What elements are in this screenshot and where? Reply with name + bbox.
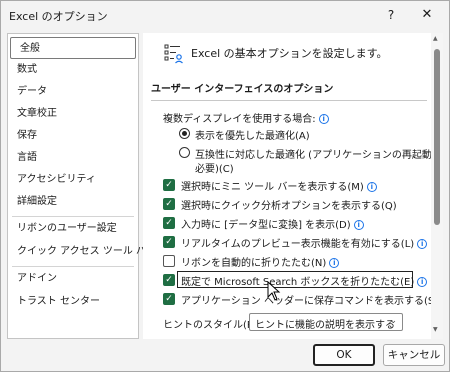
info-icon[interactable]: i [318,114,329,124]
options-dialog: Excel のオプション ? ✕ 全般 数式 データ 文章校正 保存 言語 アク… [0,0,450,372]
cancel-button[interactable]: キャンセル [383,344,445,366]
sidebar-item-quick-access-toolbar[interactable]: クイック アクセス ツール バー [8,241,156,263]
checkbox-checked[interactable]: ✓ [163,217,175,229]
tooltip-style-value: ヒントに機能の説明を表示する [255,320,395,331]
scroll-down-arrow-icon[interactable]: ▼ [433,326,438,333]
option-label: リアルタイムのプレビュー表示機能を有効にする(L) i [181,235,428,250]
scroll-up-arrow-icon[interactable]: ▲ [433,35,438,42]
vertical-scrollbar[interactable]: ▲ ▼ [431,33,443,339]
sidebar-item-general[interactable]: 全般 [10,37,136,59]
tooltip-style-label: ヒントのスタイル(R): [163,320,262,331]
category-sidebar: 全般 数式 データ 文章校正 保存 言語 アクセシビリティ 詳細設定 リボンのユ… [7,33,156,339]
optimize-compatibility-label-line2[interactable]: 必要)(C) [195,160,234,175]
optimize-compatibility-label[interactable]: 互換性に対応した最適化 (アプリケーションの再起動が [195,146,442,161]
checkbox-checked[interactable]: ✓ [163,179,175,191]
multi-display-label: 複数ディスプレイを使用する場合: i [163,110,329,125]
sidebar-item-customize-ribbon[interactable]: リボンのユーザー設定 [8,218,138,240]
info-icon[interactable]: i [353,220,364,230]
ok-button[interactable]: OK [313,344,375,366]
sidebar-item-trust-center[interactable]: トラスト センター [8,291,138,313]
scroll-thumb[interactable] [434,49,440,225]
optimize-compatibility-radio[interactable] [179,147,190,158]
info-icon[interactable]: i [417,239,428,249]
options-panel: Excel の基本オプションを設定します。 ユーザー インターフェイスのオプショ… [143,33,443,339]
checkbox-checked[interactable]: ✓ [163,198,175,210]
info-icon[interactable]: i [417,277,428,287]
mouse-cursor-icon [267,281,281,301]
sidebar-item-accessibility[interactable]: アクセシビリティ [8,169,138,191]
sidebar-item-proofing[interactable]: 文章校正 [8,103,138,125]
panel-heading: Excel の基本オプションを設定します。 [191,47,388,60]
option-label: 既定で Microsoft Search ボックスを折りたたむ(E) i [181,273,428,288]
checkbox-checked[interactable]: ✓ [163,274,175,286]
close-button[interactable]: ✕ [415,5,439,25]
sidebar-item-advanced[interactable]: 詳細設定 [8,191,138,213]
section-title: ユーザー インターフェイスのオプション [151,84,334,95]
optimize-appearance-label[interactable]: 表示を優先した最適化(A) [195,127,310,142]
sidebar-item-language[interactable]: 言語 [8,147,138,169]
chevron-down-icon: ⌄ [389,316,397,326]
option-label: 入力時に [データ型に変換] を表示(D) i [181,216,364,231]
option-label: 選択時にミニ ツール バーを表示する(M) i [181,178,377,193]
checkbox-checked[interactable]: ✓ [163,236,175,248]
sidebar-item-formulas[interactable]: 数式 [8,59,138,81]
checkbox-unchecked[interactable]: ✓ [163,255,175,267]
window-title: Excel のオプション [9,10,108,23]
checkbox-checked[interactable]: ✓ [163,293,175,305]
option-label: 選択時にクイック分析オプションを表示する(Q) [181,201,397,212]
sidebar-item-data[interactable]: データ [8,81,138,103]
optimize-appearance-radio[interactable] [179,128,190,139]
sidebar-item-addins[interactable]: アドイン [8,268,138,290]
info-icon[interactable]: i [366,182,377,192]
sidebar-divider [12,216,134,217]
info-icon[interactable]: i [329,258,340,268]
sidebar-divider [12,266,134,267]
option-label: リボンを自動的に折りたたむ(N) i [181,254,340,269]
help-button[interactable]: ? [379,5,403,25]
title-bar: Excel のオプション ? ✕ [1,1,449,29]
settings-list-icon [164,44,183,64]
section-divider [151,100,427,101]
sidebar-item-save[interactable]: 保存 [8,125,138,147]
tooltip-style-select[interactable]: ヒントに機能の説明を表示する ⌄ [249,313,403,331]
option-label: アプリケーション ヘッダーに保存コマンドを表示する(S)i [181,292,443,307]
